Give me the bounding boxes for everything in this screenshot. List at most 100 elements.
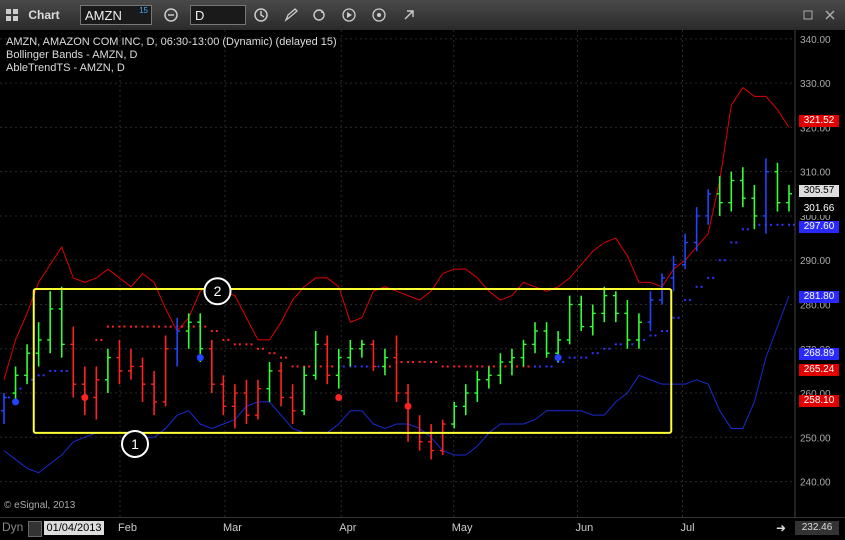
x-tick-label: Jul xyxy=(680,522,695,534)
trend-stop-short-dot xyxy=(233,343,236,346)
trend-stop-long-dot xyxy=(354,365,357,368)
price-tag: 301.66 xyxy=(799,202,839,215)
x-tick-label: Feb xyxy=(118,522,137,534)
trend-stop-short-dot xyxy=(435,361,438,364)
close-icon[interactable] xyxy=(822,6,838,24)
trend-stop-short-dot xyxy=(418,361,421,364)
trend-stop-short-dot xyxy=(215,330,218,333)
trend-stop-long-dot xyxy=(591,352,594,355)
trend-stop-short-dot xyxy=(245,343,248,346)
trend-stop-long-dot xyxy=(360,365,363,368)
trend-stop-long-dot xyxy=(700,285,703,288)
trend-stop-long-dot xyxy=(60,369,63,372)
trend-stop-long-dot xyxy=(377,365,380,368)
price-tag: 297.60 xyxy=(799,220,839,233)
trend-stop-short-dot xyxy=(100,338,103,341)
draw-pencil-icon[interactable] xyxy=(282,6,300,24)
trend-stop-short-dot xyxy=(407,361,410,364)
trend-stop-long-dot xyxy=(342,365,345,368)
trend-stop-short-dot xyxy=(515,365,518,368)
trend-stop-short-dot xyxy=(210,330,213,333)
legend-abletrend-line: AbleTrendTS - AMZN, D xyxy=(6,62,125,74)
trend-stop-short-dot xyxy=(527,365,530,368)
scroll-to-end-icon[interactable]: ➜ xyxy=(776,521,786,535)
delay-badge: 15 xyxy=(139,6,148,15)
trend-stop-short-dot xyxy=(222,338,225,341)
trend-stop-short-dot xyxy=(192,325,195,328)
trend-stop-long-dot xyxy=(631,343,634,346)
annotation-label: 1 xyxy=(131,436,139,452)
symbol-link-icon[interactable] xyxy=(160,6,182,24)
trend-stop-long-dot xyxy=(741,228,744,231)
trend-stop-long-dot xyxy=(642,338,645,341)
trend-stop-short-dot xyxy=(111,325,114,328)
trend-stop-long-dot xyxy=(661,330,664,333)
y-tick-label: 240.00 xyxy=(800,478,831,489)
trend-stop-short-dot xyxy=(261,347,264,350)
trend-stop-short-dot xyxy=(204,325,207,328)
legend-symbol-line: AMZN, AMAZON COM INC, D, 06:30-13:00 (Dy… xyxy=(6,36,337,48)
price-chart-svg[interactable]: 340.00330.00320.00310.00300.00290.00280.… xyxy=(0,30,845,517)
y-tick-label: 330.00 xyxy=(800,79,831,90)
scroll-left-icon[interactable] xyxy=(28,521,42,537)
trend-stop-long-dot xyxy=(550,365,553,368)
trend-stop-short-dot xyxy=(430,361,433,364)
trend-stop-long-dot xyxy=(707,276,710,279)
trend-stop-short-dot xyxy=(95,338,98,341)
trend-stop-long-dot xyxy=(735,241,738,244)
trend-stop-long-dot xyxy=(596,352,599,355)
trend-stop-short-dot xyxy=(141,325,144,328)
trend-stop-long-dot xyxy=(54,369,57,372)
trend-stop-long-dot xyxy=(365,365,368,368)
trend-stop-short-dot xyxy=(285,356,288,359)
trend-stop-long-dot xyxy=(585,356,588,359)
symbol-value: AMZN xyxy=(85,8,122,23)
x-tick-label: Jun xyxy=(575,522,594,534)
trend-stop-long-dot xyxy=(37,374,40,377)
trend-stop-long-dot xyxy=(723,259,726,262)
interval-value: D xyxy=(195,8,205,23)
dyn-label: Dyn xyxy=(2,520,24,534)
trend-stop-short-dot xyxy=(319,365,322,368)
grid-icon[interactable] xyxy=(4,6,20,24)
trend-stop-short-dot xyxy=(492,365,495,368)
trend-stop-short-dot xyxy=(268,352,271,355)
interval-clock-icon[interactable] xyxy=(250,6,272,24)
trend-stop-short-dot xyxy=(469,365,472,368)
interval-input[interactable]: D xyxy=(190,5,246,25)
trend-stop-long-dot xyxy=(758,223,761,226)
trend-stop-short-dot xyxy=(504,365,507,368)
chart-area[interactable]: 340.00 330.00 320.00 310.00 300.00 290.00 280.… xyxy=(0,30,845,517)
trend-stop-short-dot xyxy=(164,325,167,328)
trend-stop-short-dot xyxy=(280,356,283,359)
minimize-icon[interactable] xyxy=(800,6,816,24)
start-date-field[interactable]: 01/04/2013 xyxy=(44,521,104,535)
signal-marker xyxy=(554,354,562,362)
trend-stop-short-dot xyxy=(291,365,294,368)
symbol-input[interactable]: AMZN 15 xyxy=(80,5,152,25)
trend-stop-short-dot xyxy=(273,352,276,355)
trend-stop-short-dot xyxy=(453,365,456,368)
trend-stop-long-dot xyxy=(614,343,617,346)
trend-stop-long-dot xyxy=(608,347,611,350)
chart-toolbar: Chart AMZN 15 D xyxy=(0,0,845,31)
play-icon[interactable] xyxy=(340,6,358,24)
trend-stop-long-dot xyxy=(562,361,565,364)
trend-stop-short-dot xyxy=(441,365,444,368)
trend-stop-long-dot xyxy=(730,241,733,244)
trend-stop-long-dot xyxy=(539,365,542,368)
trend-stop-short-dot xyxy=(123,325,126,328)
refresh-icon[interactable] xyxy=(310,6,328,24)
trend-stop-short-dot xyxy=(423,361,426,364)
link-icon[interactable] xyxy=(400,6,418,24)
trend-stop-long-dot xyxy=(684,299,687,302)
signal-marker xyxy=(335,393,343,401)
price-tag: 258.10 xyxy=(799,395,839,408)
trend-stop-short-dot xyxy=(153,325,156,328)
trend-stop-short-dot xyxy=(181,325,184,328)
corner-value: 232.46 xyxy=(795,521,839,535)
cycle-icon[interactable] xyxy=(370,6,388,24)
price-tag: 268.89 xyxy=(799,347,839,360)
trend-stop-long-dot xyxy=(42,374,45,377)
trend-stop-long-dot xyxy=(654,334,657,337)
